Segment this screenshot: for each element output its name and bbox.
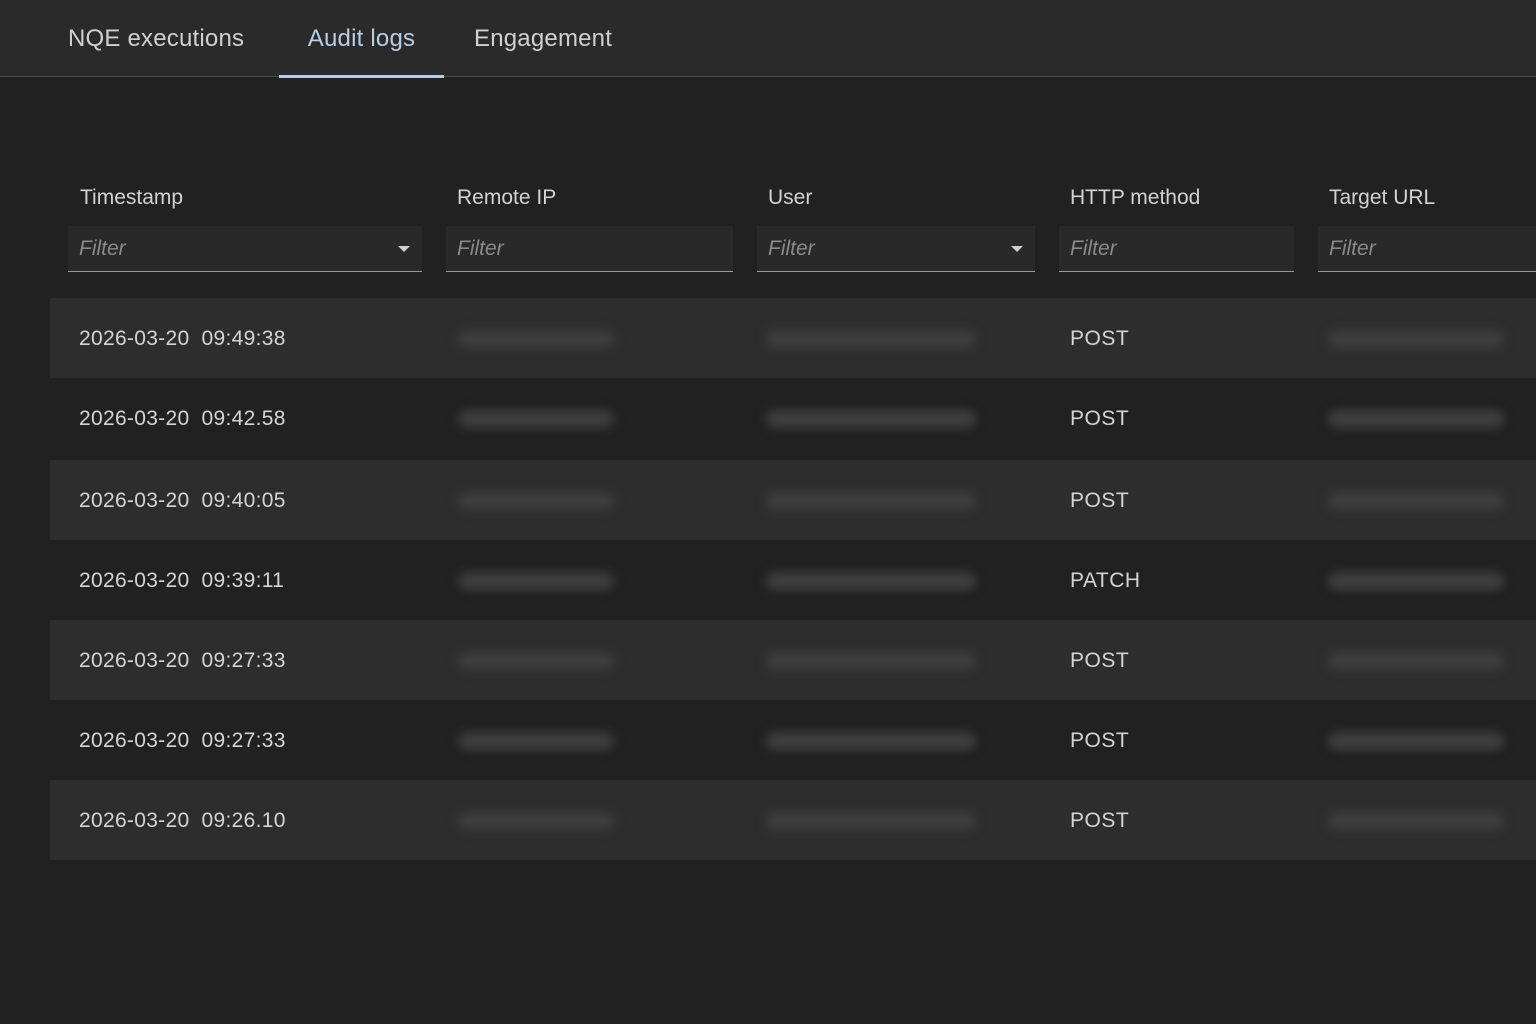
timestamp-cell: 2026-03-20 09:40:05: [79, 489, 286, 512]
table-row[interactable]: 2026-03-20 09:39:11 PATCH: [50, 540, 1536, 620]
table-row[interactable]: 2026-03-20 09:42.58 POST: [50, 378, 1536, 458]
user-filter-input[interactable]: [768, 226, 996, 271]
column-header-http-method: HTTP method: [1070, 186, 1201, 209]
redacted-target-url: [1328, 492, 1504, 510]
redacted-target-url: [1328, 812, 1504, 830]
http-method-cell: POST: [1070, 489, 1130, 512]
redacted-target-url: [1328, 732, 1504, 750]
redacted-remote-ip: [458, 492, 614, 510]
remote-ip-filter-input[interactable]: [457, 226, 694, 271]
http-method-cell: POST: [1070, 809, 1130, 832]
redacted-user: [766, 652, 976, 670]
redacted-target-url: [1328, 652, 1504, 670]
tab-bar: NQE executions Audit logs Engagement: [0, 0, 1536, 78]
http-method-cell: POST: [1070, 729, 1130, 752]
timestamp-cell: 2026-03-20 09:27:33: [79, 649, 286, 672]
tab-nqe-executions[interactable]: NQE executions: [68, 0, 246, 77]
redacted-target-url: [1328, 330, 1504, 348]
target-url-filter[interactable]: [1318, 226, 1536, 272]
table-row[interactable]: 2026-03-20 09:40:05 POST: [50, 460, 1536, 540]
chevron-down-icon[interactable]: [398, 246, 410, 252]
table-row[interactable]: 2026-03-20 09:27:33 POST: [50, 620, 1536, 700]
user-filter[interactable]: [757, 226, 1035, 272]
redacted-target-url: [1328, 410, 1504, 428]
column-header-user: User: [768, 186, 813, 209]
tab-audit-logs[interactable]: Audit logs: [279, 0, 444, 78]
table-row[interactable]: 2026-03-20 09:27:33 POST: [50, 700, 1536, 780]
redacted-user: [766, 732, 976, 750]
http-method-cell: PATCH: [1070, 569, 1141, 592]
timestamp-cell: 2026-03-20 09:42.58: [79, 407, 286, 430]
timestamp-cell: 2026-03-20 09:39:11: [79, 569, 285, 592]
tab-engagement[interactable]: Engagement: [474, 0, 616, 77]
http-method-cell: POST: [1070, 649, 1130, 672]
timestamp-cell: 2026-03-20 09:26.10: [79, 809, 286, 832]
redacted-user: [766, 492, 976, 510]
table-row[interactable]: 2026-03-20 09:26.10 POST: [50, 780, 1536, 860]
http-method-cell: POST: [1070, 327, 1130, 350]
redacted-remote-ip: [458, 652, 614, 670]
redacted-user: [766, 330, 976, 348]
audit-logs-page: NQE executions Audit logs Engagement Tim…: [0, 0, 1536, 1024]
http-method-filter[interactable]: [1059, 226, 1294, 272]
timestamp-cell: 2026-03-20 09:27:33: [79, 729, 286, 752]
redacted-remote-ip: [458, 572, 614, 590]
http-method-filter-input[interactable]: [1070, 226, 1255, 271]
column-header-remote-ip: Remote IP: [457, 186, 557, 209]
table-row[interactable]: 2026-03-20 09:49:38 POST: [50, 298, 1536, 378]
column-header-timestamp: Timestamp: [80, 186, 184, 209]
target-url-filter-input[interactable]: [1329, 226, 1497, 271]
timestamp-cell: 2026-03-20 09:49:38: [79, 327, 286, 350]
redacted-target-url: [1328, 572, 1504, 590]
chevron-down-icon[interactable]: [1011, 246, 1023, 252]
redacted-remote-ip: [458, 732, 614, 750]
redacted-remote-ip: [458, 812, 614, 830]
redacted-user: [766, 812, 976, 830]
redacted-user: [766, 572, 976, 590]
timestamp-filter[interactable]: [68, 226, 422, 272]
timestamp-filter-input[interactable]: [79, 226, 383, 271]
column-header-target-url: Target URL: [1329, 186, 1436, 209]
redacted-user: [766, 410, 976, 428]
remote-ip-filter[interactable]: [446, 226, 733, 272]
http-method-cell: POST: [1070, 407, 1130, 430]
redacted-remote-ip: [458, 410, 614, 428]
redacted-remote-ip: [458, 330, 614, 348]
